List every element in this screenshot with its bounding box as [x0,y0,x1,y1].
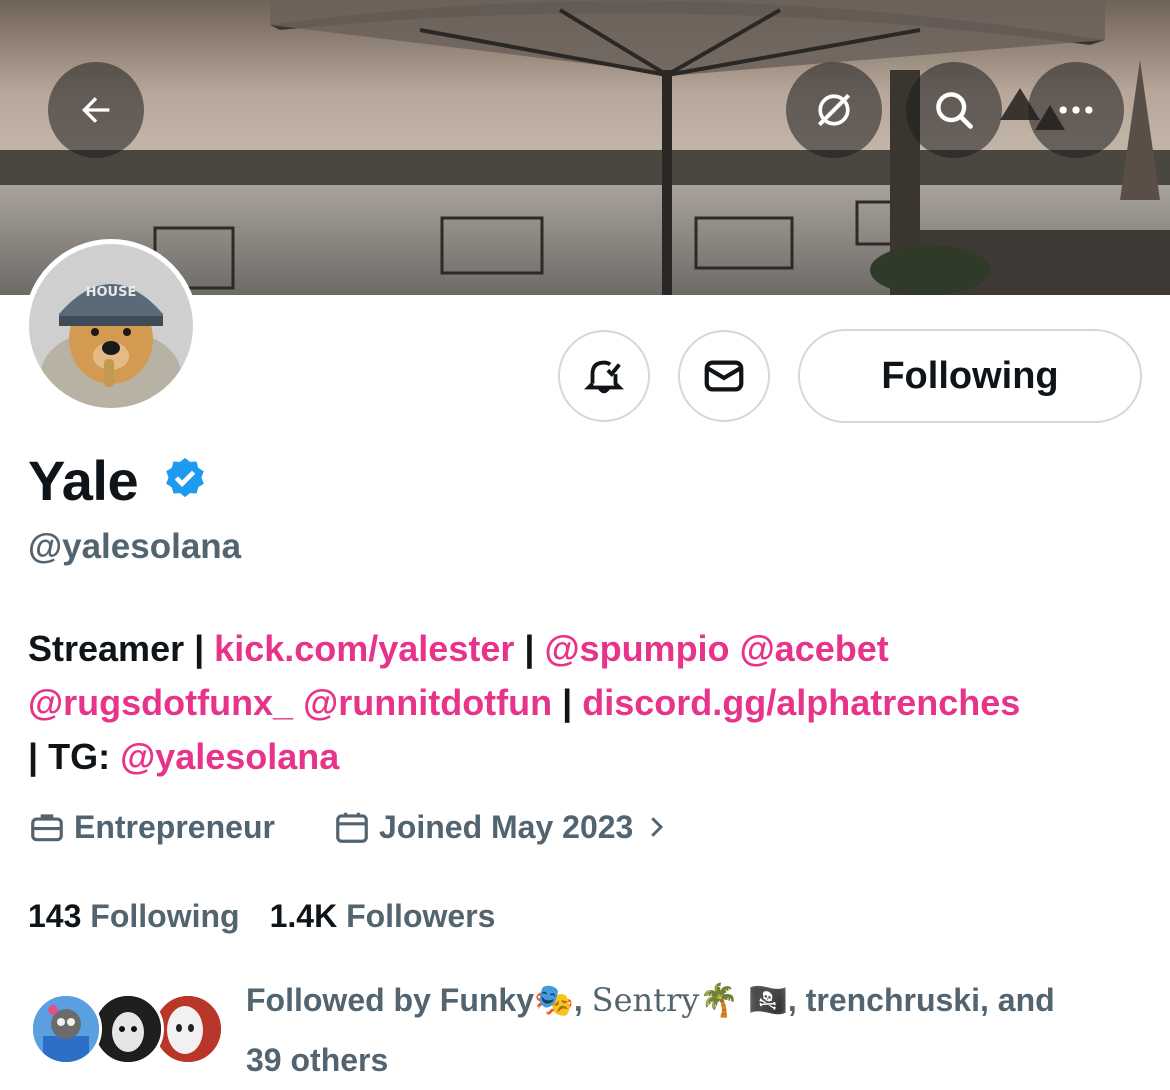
search-icon [936,92,973,129]
verified-badge-icon[interactable] [162,455,208,506]
bio-link-kick[interactable]: kick.com/yalester [214,628,514,669]
bio-space [730,628,740,669]
follower-name-sentry: Sentry [591,981,700,1019]
notifications-button[interactable] [558,330,650,422]
search-button[interactable] [906,62,1002,158]
following-count: 143 [28,898,82,934]
more-horizontal-icon [1059,106,1093,114]
bio-separator: | [514,628,545,669]
envelope-icon [704,360,744,392]
profile-bio: Streamer | kick.com/yalester | @spumpio … [28,622,1148,784]
followed-by-separator: , [573,982,592,1018]
bio-text: Streamer | [28,628,215,669]
bio-separator: | [552,682,583,723]
following-stat[interactable]: 143 Following [28,898,240,935]
display-name: Yale [28,449,139,512]
bell-check-icon [584,360,624,394]
more-button[interactable] [1028,62,1124,158]
joined-date-item[interactable]: Joined May 2023 [333,808,679,846]
bio-mention-yalesolana[interactable]: @yalesolana [120,736,339,777]
avatar-image: HOUSE [29,244,193,408]
bio-tg-label: | TG: [28,736,121,777]
bio-mention-rugsdotfunx[interactable]: @rugsdotfunx_ [28,682,293,723]
chevron-right-icon [651,817,664,837]
bio-space [293,682,303,723]
emoji-palm-pirate: 🌴 🏴‍☠️ [699,982,788,1018]
followed-by-text[interactable]: Followed by Funky🎭, Sentry🌴 🏴‍☠️, trench… [246,970,1126,1090]
back-button[interactable] [48,62,144,158]
following-label: Following [90,898,240,934]
grok-icon [817,93,851,127]
follower-avatar[interactable] [30,993,102,1065]
grok-button[interactable] [786,62,882,158]
profession-label: Entrepreneur [74,808,275,845]
joined-date-label: Joined May 2023 [379,808,634,845]
profile-banner[interactable] [0,0,1170,295]
followed-by-others: 39 others [246,1042,389,1078]
followers-count: 1.4K [269,898,338,934]
svg-text:HOUSE: HOUSE [86,285,137,300]
follow-stats: 143 Following 1.4K Followers [28,898,495,935]
bio-mention-spumpio[interactable]: @spumpio [544,628,729,669]
bio-mention-runnitdotfun[interactable]: @runnitdotfun [303,682,552,723]
following-button[interactable]: Following [798,329,1142,423]
profession-item: Entrepreneur [28,808,275,846]
arrow-left-icon [82,97,110,123]
followers-label: Followers [346,898,496,934]
followers-stat[interactable]: 1.4K Followers [270,898,496,935]
bio-mention-acebet[interactable]: @acebet [740,628,889,669]
profile-avatar[interactable]: HOUSE [24,239,198,413]
follower-avatar[interactable] [92,993,164,1065]
username-handle: @yalesolana [28,527,242,566]
briefcase-icon [31,814,63,842]
followed-by-rest: , trenchruski, and [787,982,1055,1018]
message-button[interactable] [678,330,770,422]
emoji-masks: 🎭 [534,982,574,1018]
followed-by-prefix: Followed by Funky [246,982,535,1018]
calendar-icon [336,812,368,843]
bio-link-discord[interactable]: discord.gg/alphatrenches [582,682,1020,723]
